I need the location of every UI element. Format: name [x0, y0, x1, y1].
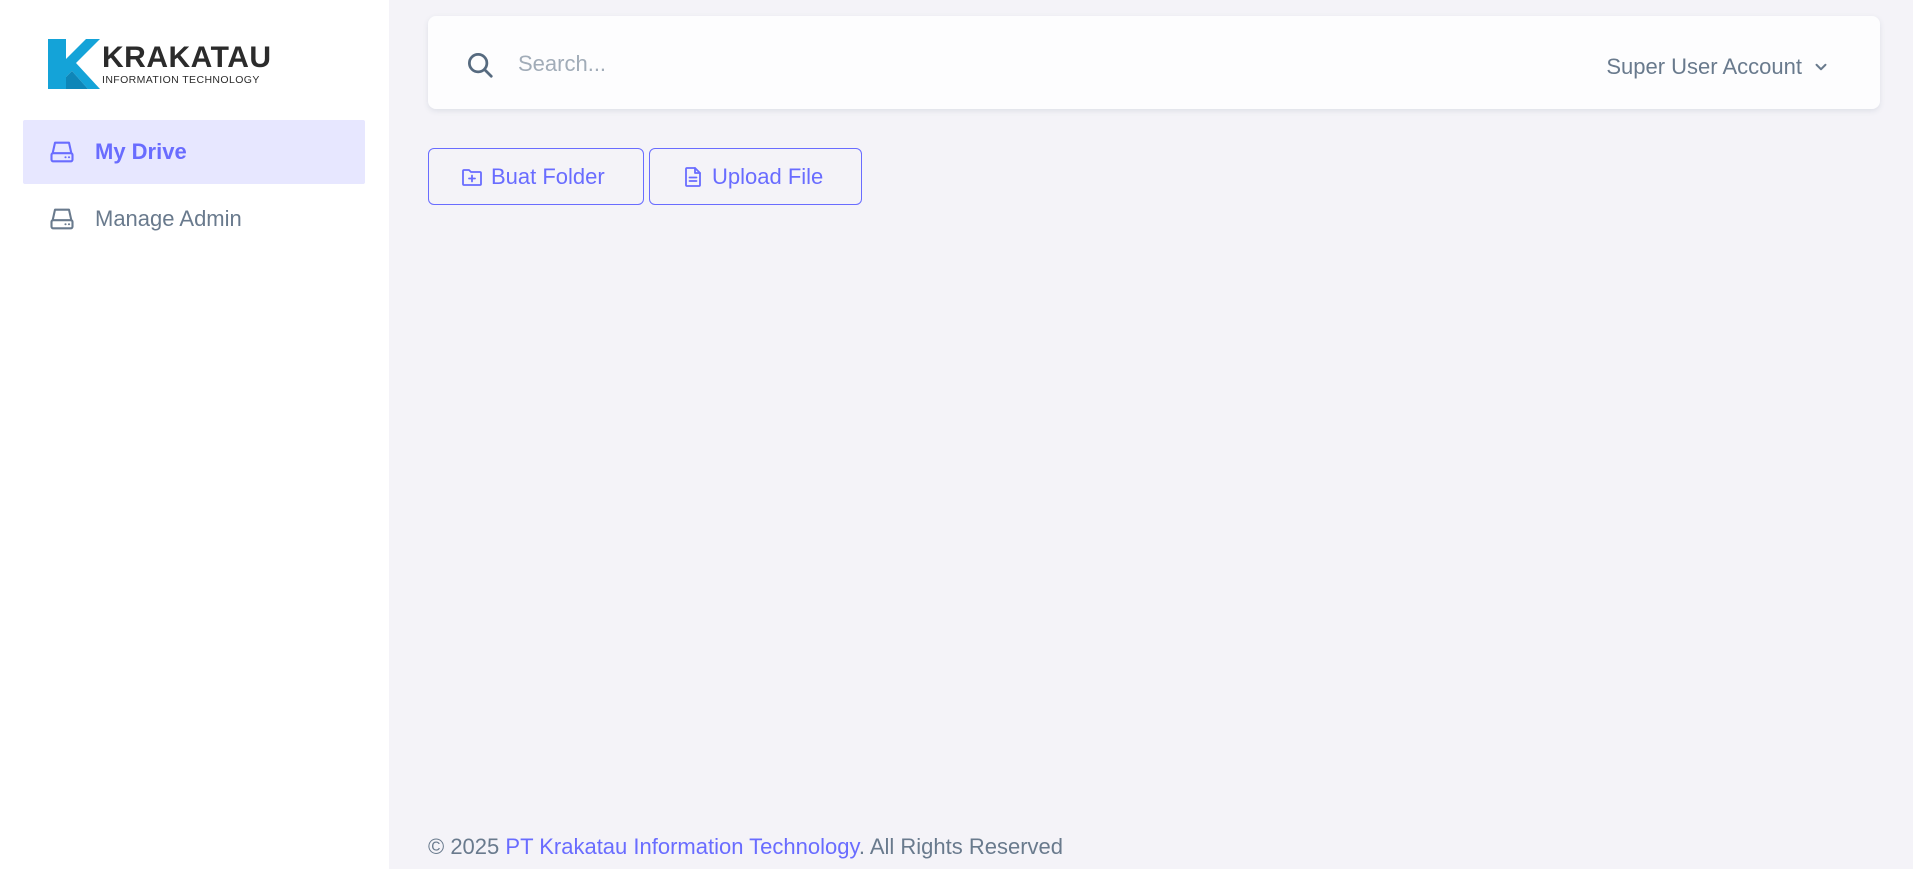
logo-text: KRAKATAU INFORMATION TECHNOLOGY [102, 40, 272, 86]
company-link[interactable]: PT Krakatau Information Technology [505, 834, 858, 859]
account-label: Super User Account [1606, 54, 1802, 79]
top-navbar: Super User Account [428, 16, 1880, 109]
search-input[interactable] [518, 44, 1218, 84]
upload-file-button[interactable]: Upload File [649, 148, 862, 205]
upload-file-label: Upload File [712, 163, 824, 189]
footer-copyright: © 2025 [428, 834, 506, 859]
sidebar-item-manage-admin[interactable]: Manage Admin [23, 187, 365, 251]
brand-logo[interactable]: KRAKATAU INFORMATION TECHNOLOGY [48, 38, 272, 90]
logo-subtitle: INFORMATION TECHNOLOGY [102, 73, 260, 86]
footer: © 2025 PT Krakatau Information Technolog… [428, 834, 1063, 860]
sidebar-item-label: Manage Admin [95, 206, 242, 231]
logo-name: KRAKATAU [102, 40, 272, 74]
file-text-icon [685, 166, 701, 187]
chevron-down-icon [1815, 63, 1827, 71]
search-icon [468, 53, 493, 78]
krakatau-logo-icon [48, 39, 100, 89]
sidebar-item-my-drive[interactable]: My Drive [23, 120, 365, 184]
account-dropdown[interactable]: Super User Account [1606, 49, 1830, 85]
footer-rights: . All Rights Reserved [858, 834, 1064, 859]
app-root: KRAKATAU INFORMATION TECHNOLOGY My Drive… [0, 0, 1913, 869]
folder-plus-icon [462, 168, 482, 186]
sidebar: KRAKATAU INFORMATION TECHNOLOGY My Drive… [0, 0, 389, 869]
hard-drive-icon [50, 141, 74, 163]
create-folder-button[interactable]: Buat Folder [428, 148, 644, 205]
hard-drive-icon [50, 208, 74, 230]
create-folder-label: Buat Folder [491, 163, 605, 189]
sidebar-item-label: My Drive [95, 139, 187, 164]
